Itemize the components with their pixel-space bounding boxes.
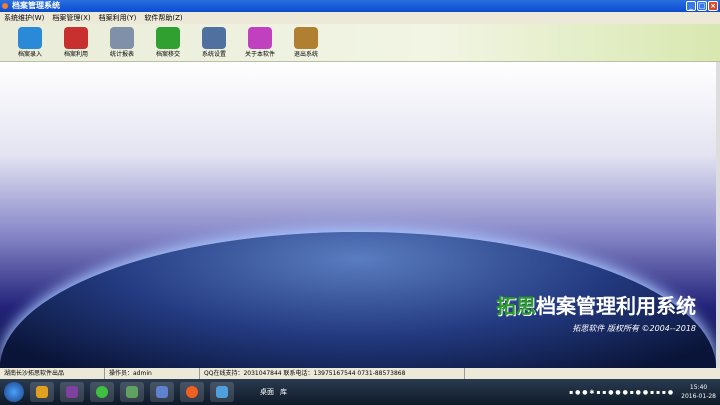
taskbar-app-5[interactable] xyxy=(150,382,174,402)
brand-banner: 拓思档案管理利用系统 拓思软件 版权所有 ©2004--2018 xyxy=(496,294,696,334)
taskbar-app-green[interactable] xyxy=(90,382,114,402)
report-icon xyxy=(110,27,134,49)
status-operator: 操作员：admin xyxy=(105,368,200,379)
settings-monitor-icon xyxy=(202,27,226,49)
library-toolbar[interactable]: 库 xyxy=(280,387,287,397)
status-company: 湖南长沙拓思软件出品 xyxy=(0,368,105,379)
toolbar-button-label: 档案移交 xyxy=(155,51,180,58)
toolbar-button-users[interactable]: 档案移交 xyxy=(148,24,188,61)
window-title: 档案管理系统 xyxy=(12,1,60,10)
taskbar-app-4[interactable] xyxy=(120,382,144,402)
toolbar-button-calendar-clock[interactable]: 档案利用 xyxy=(56,24,96,61)
copyright: 拓思软件 版权所有 ©2004--2018 xyxy=(572,324,696,333)
toolbar-button-label: 系统设置 xyxy=(201,51,226,58)
brand-name: 拓思 xyxy=(496,294,536,318)
desktop-toolbar[interactable]: 桌面 xyxy=(260,387,274,397)
toolbar-button-label: 统计报表 xyxy=(109,51,134,58)
exit-signpost-icon xyxy=(294,27,318,49)
help-icon xyxy=(248,27,272,49)
users-icon xyxy=(156,27,180,49)
app-icon xyxy=(2,3,8,9)
user-add-icon xyxy=(18,27,42,49)
toolbar-button-exit-signpost[interactable]: 退出系统 xyxy=(286,24,326,61)
toolbar-button-label: 退出系统 xyxy=(293,51,318,58)
toolbar-button-report[interactable]: 统计报表 xyxy=(102,24,142,61)
scrollbar[interactable] xyxy=(716,62,720,368)
clock[interactable]: 15:40 2016-01-28 xyxy=(681,383,716,401)
toolbar-button-help[interactable]: 关于本软件 xyxy=(240,24,280,61)
toolbar-button-label: 档案录入 xyxy=(17,51,42,58)
main-area: 拓思档案管理利用系统 拓思软件 版权所有 ©2004--2018 xyxy=(0,62,716,368)
toolbar-button-settings-monitor[interactable]: 系统设置 xyxy=(194,24,234,61)
menu-archive-management[interactable]: 档案管理(X) xyxy=(52,12,90,24)
close-button[interactable]: × xyxy=(708,1,718,11)
maximize-button[interactable]: □ xyxy=(697,1,707,11)
minimize-button[interactable]: _ xyxy=(686,1,696,11)
clock-date: 2016-01-28 xyxy=(681,393,716,400)
menu-help[interactable]: 软件帮助(Z) xyxy=(144,12,182,24)
status-support: QQ在线支持：2031047844 联系电话：13975167544 0731-… xyxy=(200,368,465,379)
start-button[interactable] xyxy=(4,382,24,402)
calendar-clock-icon xyxy=(64,27,88,49)
brand-product: 档案管理利用系统 xyxy=(536,294,696,318)
title-bar: 档案管理系统 _ □ × xyxy=(0,0,720,12)
clock-time: 15:40 xyxy=(689,384,708,391)
system-tray: ▪ ● ● ✱ ▪ ▪ ● ● ● ▪ ● ● ▪ ▪ ▪ ● 15:40 20… xyxy=(569,379,716,405)
toolbar-button-label: 档案利用 xyxy=(63,51,88,58)
toolbar: 档案录入 档案利用 统计报表 档案移交 系统设置 关于本软件 退出系统 xyxy=(0,24,720,62)
taskbar-winrar[interactable] xyxy=(60,382,84,402)
taskbar-archive-app[interactable] xyxy=(180,382,204,402)
menu-system-maintenance[interactable]: 系统维护(W) xyxy=(4,12,44,24)
menu-archive-use[interactable]: 档案利用(Y) xyxy=(99,12,137,24)
tray-icons[interactable]: ▪ ● ● ✱ ▪ ▪ ● ● ● ▪ ● ● ▪ ▪ ▪ ● xyxy=(569,389,673,396)
taskbar-app-7[interactable] xyxy=(210,382,234,402)
menu-bar: 系统维护(W) 档案管理(X) 档案利用(Y) 软件帮助(Z) xyxy=(0,12,720,24)
toolbar-button-label: 关于本软件 xyxy=(244,51,275,58)
toolbar-button-user-add[interactable]: 档案录入 xyxy=(10,24,50,61)
taskbar: 桌面 库 ▪ ● ● ✱ ▪ ▪ ● ● ● ▪ ● ● ▪ ▪ ▪ ● 15:… xyxy=(0,379,720,405)
taskbar-app-1[interactable] xyxy=(30,382,54,402)
status-bar: 湖南长沙拓思软件出品 操作员：admin QQ在线支持：2031047844 联… xyxy=(0,368,720,379)
